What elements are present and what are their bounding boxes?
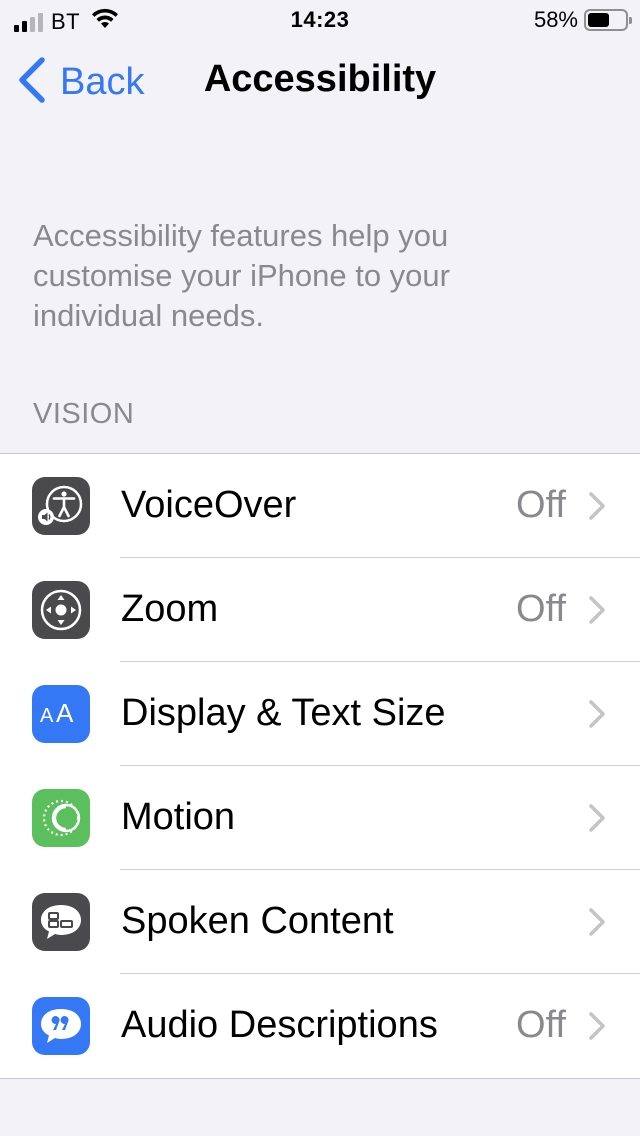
spoken-content-icon bbox=[32, 893, 90, 951]
motion-icon bbox=[32, 789, 90, 847]
voiceover-icon bbox=[32, 477, 90, 535]
display-text-size-row[interactable]: A A Display & Text Size bbox=[0, 662, 640, 766]
battery-percentage: 58% bbox=[533, 7, 578, 32]
spoken-content-row[interactable]: Spoken Content bbox=[0, 870, 640, 974]
chevron-right-icon bbox=[588, 491, 606, 526]
voiceover-value: Off bbox=[516, 484, 566, 526]
chevron-right-icon bbox=[588, 803, 606, 838]
zoom-label: Zoom bbox=[121, 588, 219, 630]
status-right: 58% bbox=[533, 7, 632, 33]
voiceover-row[interactable]: VoiceOver Off bbox=[0, 454, 640, 558]
spoken-content-label: Spoken Content bbox=[121, 900, 394, 942]
display-text-size-icon: A A bbox=[32, 685, 90, 743]
zoom-icon bbox=[32, 581, 90, 639]
vision-settings-list: VoiceOver Off Zoom Off A A Display & Tex… bbox=[0, 453, 640, 1079]
section-header-vision: VISION bbox=[33, 398, 135, 430]
motion-label: Motion bbox=[121, 796, 236, 838]
page-title: Accessibility bbox=[203, 58, 437, 100]
display-text-size-label: Display & Text Size bbox=[121, 692, 446, 734]
battery-fill bbox=[588, 13, 609, 27]
audio-descriptions-row[interactable]: Audio Descriptions Off bbox=[0, 974, 640, 1078]
chevron-right-icon bbox=[588, 595, 606, 630]
voiceover-label: VoiceOver bbox=[121, 484, 297, 526]
audio-descriptions-label: Audio Descriptions bbox=[121, 1004, 438, 1046]
chevron-right-icon bbox=[588, 699, 606, 734]
audio-descriptions-icon bbox=[32, 997, 90, 1055]
chevron-right-icon bbox=[588, 1011, 606, 1046]
battery-icon bbox=[584, 9, 632, 31]
zoom-value: Off bbox=[516, 588, 566, 630]
zoom-row[interactable]: Zoom Off bbox=[0, 558, 640, 662]
accessibility-description: Accessibility features help you customis… bbox=[33, 218, 450, 333]
status-bar: BT 14:23 58% bbox=[0, 0, 640, 40]
motion-row[interactable]: Motion bbox=[0, 766, 640, 870]
chevron-right-icon bbox=[588, 907, 606, 942]
svg-text:A: A bbox=[56, 698, 74, 728]
audio-descriptions-value: Off bbox=[516, 1004, 566, 1046]
svg-text:A: A bbox=[40, 705, 54, 727]
navigation-bar: Back Accessibility bbox=[0, 44, 640, 120]
